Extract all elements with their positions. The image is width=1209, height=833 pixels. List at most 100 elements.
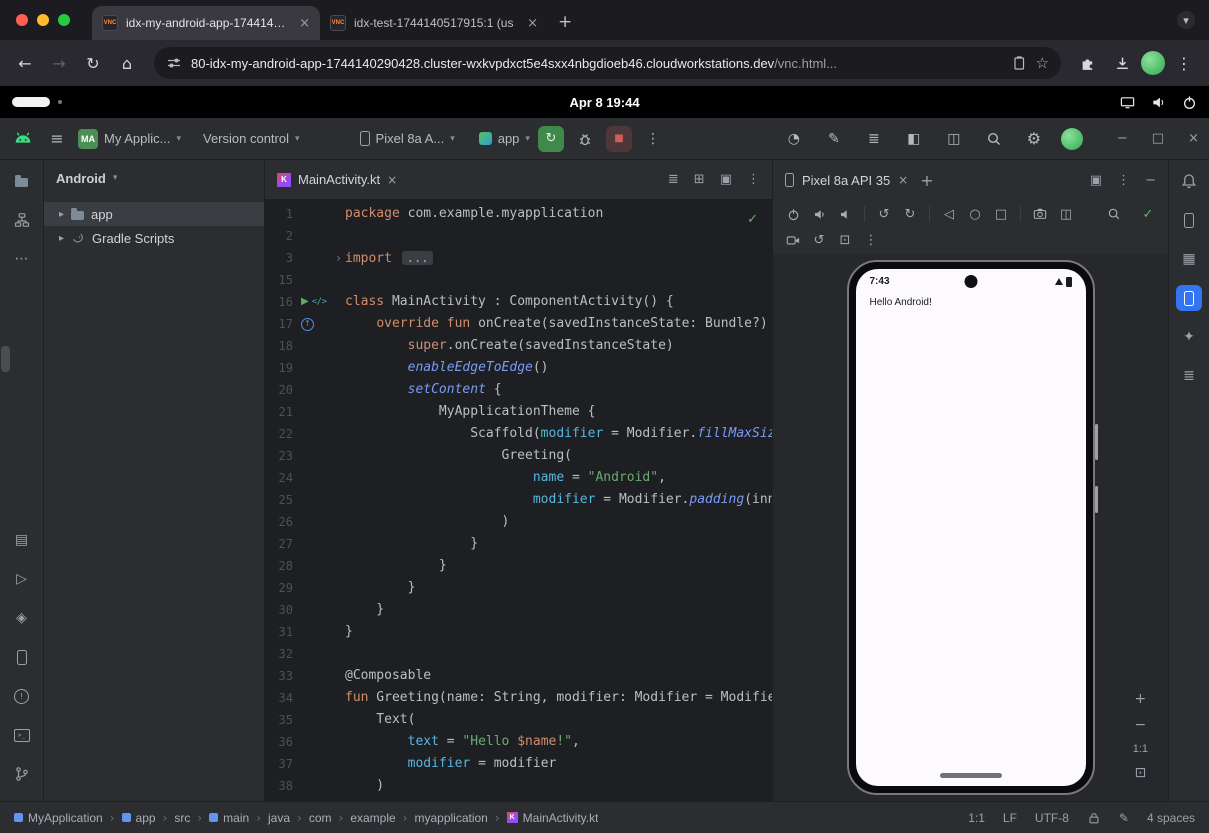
code-line[interactable]: 29 } xyxy=(265,577,772,599)
line-number[interactable]: 22 xyxy=(265,423,293,445)
line-number[interactable]: 17 xyxy=(265,313,293,335)
new-tab-button[interactable]: + xyxy=(558,12,572,32)
line-number[interactable]: 36 xyxy=(265,731,293,753)
rotate-left-button[interactable]: ↺ xyxy=(872,202,896,226)
panel-layout-icon[interactable]: ▣ xyxy=(1090,173,1102,188)
device-selector[interactable]: Pixel 8a A... ▾ xyxy=(360,131,455,146)
volume-icon[interactable] xyxy=(1151,95,1166,110)
reload-button[interactable]: ↻ xyxy=(78,48,108,78)
line-number[interactable]: 3 xyxy=(265,247,293,269)
gemini-icon[interactable]: ✦ xyxy=(1176,324,1202,350)
tab-close-icon[interactable]: × xyxy=(299,16,310,31)
url-text[interactable]: 80-idx-my-android-app-1744140290428.clus… xyxy=(191,56,1002,71)
power-button[interactable] xyxy=(781,202,805,226)
line-number[interactable]: 18 xyxy=(265,335,293,357)
line-number[interactable]: 29 xyxy=(265,577,293,599)
android-home-button[interactable]: ○ xyxy=(963,202,987,226)
line-number[interactable]: 33 xyxy=(265,665,293,687)
code-line[interactable]: 2 xyxy=(265,225,772,247)
line-number[interactable]: 25 xyxy=(265,489,293,511)
stop-button[interactable]: ■ xyxy=(606,126,632,152)
line-number[interactable]: 21 xyxy=(265,401,293,423)
site-settings-icon[interactable] xyxy=(166,55,182,71)
address-bar[interactable]: 80-idx-my-android-app-1744140290428.clus… xyxy=(154,47,1061,79)
code-line[interactable]: 38 ) xyxy=(265,775,772,797)
code-line[interactable]: 21 MyApplicationTheme { xyxy=(265,401,772,423)
split-editor-icon[interactable]: ⊞ xyxy=(694,172,705,187)
user-avatar[interactable] xyxy=(1061,128,1083,150)
phone-screen[interactable]: 7:43 Hello Android! xyxy=(856,269,1086,786)
run-gutter-icon[interactable]: ▶ xyxy=(301,291,309,313)
run-button[interactable]: ↻ xyxy=(538,126,564,152)
device-manager-icon[interactable] xyxy=(9,644,35,670)
line-number[interactable]: 28 xyxy=(265,555,293,577)
code-line[interactable]: 31} xyxy=(265,621,772,643)
line-number[interactable]: 30 xyxy=(265,599,293,621)
line-number[interactable]: 38 xyxy=(265,775,293,797)
more-tool-windows-icon[interactable]: ⋯ xyxy=(9,246,35,272)
studio-maximize-button[interactable]: □ xyxy=(1152,131,1164,146)
zoom-fit-button[interactable]: ⊡ xyxy=(1134,765,1146,781)
browser-menu-button[interactable]: ⋮ xyxy=(1169,48,1199,78)
compose-preview-icon[interactable]: ✎ xyxy=(821,126,847,152)
code-line[interactable]: 17↑ override fun onCreate(savedInstanceS… xyxy=(265,313,772,335)
code-line[interactable]: 23 Greeting( xyxy=(265,445,772,467)
editor-tab-mainactivity[interactable]: K MainActivity.kt × xyxy=(265,160,409,200)
device-tab-close-icon[interactable]: × xyxy=(898,173,908,187)
run-configuration-selector[interactable]: app ▾ xyxy=(479,131,530,146)
code-line[interactable]: 37 modifier = modifier xyxy=(265,753,772,775)
build-analyzer-icon[interactable]: ◧ xyxy=(901,126,927,152)
code-line[interactable]: 19 enableEdgeToEdge() xyxy=(265,357,772,379)
home-button[interactable]: ⌂ xyxy=(112,48,142,78)
inspections-status-icon[interactable]: ✓ xyxy=(747,209,758,231)
extensions-icon[interactable] xyxy=(1073,48,1103,78)
line-number[interactable]: 20 xyxy=(265,379,293,401)
display-icon[interactable] xyxy=(1120,95,1135,110)
line-number[interactable]: 16 xyxy=(265,291,293,313)
expand-chevron-icon[interactable]: ▸ xyxy=(59,233,64,244)
rotate-right-button[interactable]: ↻ xyxy=(898,202,922,226)
problems-icon[interactable]: ! xyxy=(9,683,35,709)
search-icon[interactable] xyxy=(981,126,1007,152)
volume-up-button[interactable] xyxy=(807,202,831,226)
settings-icon[interactable]: ⚙ xyxy=(1021,126,1047,152)
zoom-out-button[interactable]: − xyxy=(1134,717,1146,733)
line-number[interactable]: 34 xyxy=(265,687,293,709)
browser-tab-2[interactable]: VNC idx-test-1744140517915:1 (us × xyxy=(320,6,548,40)
editor-list-icon[interactable]: ≣ xyxy=(668,172,679,187)
zoom-in-button[interactable]: + xyxy=(1134,691,1146,707)
zoom-mode-icon[interactable] xyxy=(1102,202,1126,226)
profile-avatar[interactable] xyxy=(1141,51,1165,75)
main-menu-button[interactable]: ≡ xyxy=(44,126,70,152)
plugins-icon[interactable]: ◫ xyxy=(941,126,967,152)
file-encoding[interactable]: UTF-8 xyxy=(1035,811,1069,825)
breadcrumb-item[interactable]: main xyxy=(209,811,249,825)
code-line[interactable]: 16▶</>class MainActivity : ComponentActi… xyxy=(265,291,772,313)
code-line[interactable]: 36 text = "Hello $name!", xyxy=(265,731,772,753)
running-devices-icon[interactable] xyxy=(1176,285,1202,311)
forward-button[interactable]: → xyxy=(44,48,74,78)
highlight-level-icon[interactable]: ✎ xyxy=(1119,811,1129,825)
code-line[interactable]: 20 setContent { xyxy=(265,379,772,401)
breadcrumb-item[interactable]: com xyxy=(309,811,332,825)
code-line[interactable]: 28 } xyxy=(265,555,772,577)
panel-hide-icon[interactable]: − xyxy=(1145,173,1156,188)
line-number[interactable]: 19 xyxy=(265,357,293,379)
project-tree-item-gradle-scripts[interactable]: ▸ Gradle Scripts xyxy=(44,226,264,250)
code-gutter-icon[interactable]: </> xyxy=(312,291,327,313)
line-number[interactable]: 24 xyxy=(265,467,293,489)
code-line[interactable]: 22 Scaffold(modifier = Modifier.fillMaxS… xyxy=(265,423,772,445)
code-line[interactable]: 34fun Greeting(name: String, modifier: M… xyxy=(265,687,772,709)
debug-button[interactable] xyxy=(572,126,598,152)
line-number[interactable]: 26 xyxy=(265,511,293,533)
studio-close-button[interactable]: × xyxy=(1188,131,1199,146)
resource-manager-icon[interactable]: ▦ xyxy=(1176,246,1202,272)
browser-tab-1[interactable]: VNC idx-my-android-app-1744140290428 × xyxy=(92,6,320,40)
zoom-level-label[interactable]: 1:1 xyxy=(1133,743,1148,755)
code-line[interactable]: 24 name = "Android", xyxy=(265,467,772,489)
open-in-window-icon[interactable]: ▣ xyxy=(720,172,732,187)
project-view-selector[interactable]: Android ▾ xyxy=(44,160,264,196)
code-line[interactable]: 30 } xyxy=(265,599,772,621)
notifications-bell-icon[interactable] xyxy=(1176,168,1202,194)
tool-window-handle[interactable] xyxy=(1,346,10,372)
